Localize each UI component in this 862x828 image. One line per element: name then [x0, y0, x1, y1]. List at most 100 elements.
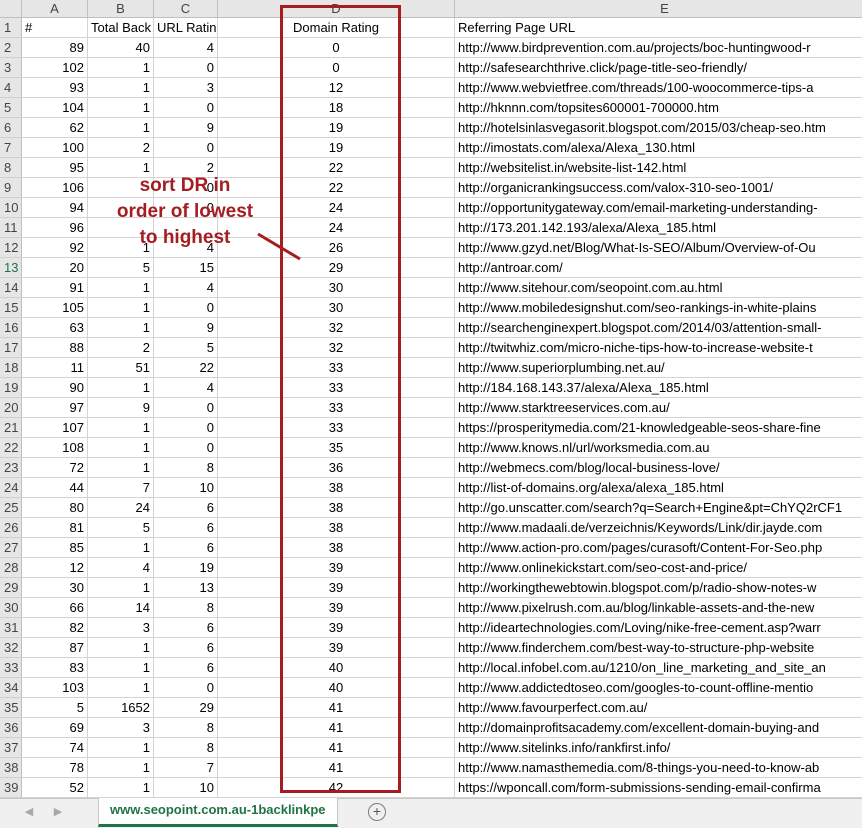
row-header[interactable]: 15 — [0, 298, 22, 318]
cell-b[interactable]: 3 — [88, 618, 154, 638]
row-header[interactable]: 29 — [0, 578, 22, 598]
cell-b[interactable]: 51 — [88, 358, 154, 378]
cell-b[interactable]: 24 — [88, 498, 154, 518]
cell-e[interactable]: http://www.birdprevention.com.au/project… — [455, 38, 862, 58]
select-all-corner[interactable] — [0, 0, 22, 18]
header-cell-c[interactable]: URL Rating — [154, 18, 218, 38]
cell-e[interactable]: http://184.168.143.37/alexa/Alexa_185.ht… — [455, 378, 862, 398]
cell-a[interactable]: 52 — [22, 778, 88, 798]
cell-a[interactable]: 11 — [22, 358, 88, 378]
header-cell-b[interactable]: Total Back — [88, 18, 154, 38]
cell-c[interactable]: 4 — [154, 378, 218, 398]
row-header[interactable]: 30 — [0, 598, 22, 618]
row-header[interactable]: 20 — [0, 398, 22, 418]
row-header[interactable]: 33 — [0, 658, 22, 678]
cell-b[interactable]: 1 — [88, 538, 154, 558]
cell-c[interactable]: 7 — [154, 758, 218, 778]
cell-d[interactable]: 42 — [218, 778, 455, 798]
row-header[interactable]: 19 — [0, 378, 22, 398]
cell-b[interactable]: 1 — [88, 678, 154, 698]
column-header-d[interactable]: D — [218, 0, 455, 18]
cell-b[interactable]: 3 — [88, 718, 154, 738]
row-header[interactable]: 11 — [0, 218, 22, 238]
cell-a[interactable]: 74 — [22, 738, 88, 758]
cell-e[interactable]: http://safesearchthrive.click/page-title… — [455, 58, 862, 78]
cell-c[interactable]: 6 — [154, 638, 218, 658]
cell-a[interactable]: 95 — [22, 158, 88, 178]
cell-b[interactable]: 5 — [88, 518, 154, 538]
cell-d[interactable]: 12 — [218, 78, 455, 98]
cell-c[interactable]: 0 — [154, 418, 218, 438]
cell-c[interactable]: 6 — [154, 538, 218, 558]
cell-e[interactable]: http://webmecs.com/blog/local-business-l… — [455, 458, 862, 478]
cell-a[interactable]: 107 — [22, 418, 88, 438]
row-header[interactable]: 3 — [0, 58, 22, 78]
cell-b[interactable]: 1 — [88, 278, 154, 298]
cell-b[interactable]: 1 — [88, 438, 154, 458]
cell-a[interactable]: 106 — [22, 178, 88, 198]
cell-e[interactable]: http://www.favourperfect.com.au/ — [455, 698, 862, 718]
column-header-a[interactable]: A — [22, 0, 88, 18]
cell-e[interactable]: http://imostats.com/alexa/Alexa_130.html — [455, 138, 862, 158]
header-cell-a[interactable]: # — [22, 18, 88, 38]
cell-c[interactable]: 0 — [154, 58, 218, 78]
cell-b[interactable]: 1 — [88, 418, 154, 438]
cell-a[interactable]: 83 — [22, 658, 88, 678]
cell-c[interactable]: 6 — [154, 498, 218, 518]
cell-a[interactable]: 66 — [22, 598, 88, 618]
cell-b[interactable]: 5 — [88, 258, 154, 278]
cell-e[interactable]: http://www.superiorplumbing.net.au/ — [455, 358, 862, 378]
cell-a[interactable]: 62 — [22, 118, 88, 138]
row-header[interactable]: 4 — [0, 78, 22, 98]
add-sheet-icon[interactable]: + — [368, 803, 386, 821]
cell-d[interactable]: 0 — [218, 38, 455, 58]
prev-sheet-icon[interactable]: ◀ — [21, 805, 37, 818]
cell-c[interactable]: 6 — [154, 618, 218, 638]
cell-c[interactable]: 0 — [154, 298, 218, 318]
cell-c[interactable]: 6 — [154, 518, 218, 538]
cell-c[interactable]: 29 — [154, 698, 218, 718]
cell-c[interactable]: 0 — [154, 98, 218, 118]
row-header[interactable]: 31 — [0, 618, 22, 638]
cell-b[interactable]: 1 — [88, 98, 154, 118]
cell-d[interactable]: 30 — [218, 298, 455, 318]
row-header[interactable]: 32 — [0, 638, 22, 658]
cell-b[interactable]: 1 — [88, 758, 154, 778]
cell-b[interactable]: 14 — [88, 598, 154, 618]
cell-e[interactable]: http://www.starktreeservices.com.au/ — [455, 398, 862, 418]
cell-a[interactable]: 30 — [22, 578, 88, 598]
cell-e[interactable]: http://list-of-domains.org/alexa/alexa_1… — [455, 478, 862, 498]
row-header[interactable]: 12 — [0, 238, 22, 258]
cell-a[interactable]: 44 — [22, 478, 88, 498]
cell-a[interactable]: 96 — [22, 218, 88, 238]
cell-e[interactable]: http://websitelist.in/website-list-142.h… — [455, 158, 862, 178]
cell-a[interactable]: 100 — [22, 138, 88, 158]
cell-d[interactable]: 39 — [218, 638, 455, 658]
row-header[interactable]: 10 — [0, 198, 22, 218]
cell-b[interactable]: 7 — [88, 478, 154, 498]
cell-e[interactable]: http://local.infobel.com.au/1210/on_line… — [455, 658, 862, 678]
cell-b[interactable]: 1 — [88, 78, 154, 98]
cell-b[interactable]: 2 — [88, 138, 154, 158]
cell-e[interactable]: http://antroar.com/ — [455, 258, 862, 278]
cell-e[interactable]: http://opportunitygateway.com/email-mark… — [455, 198, 862, 218]
cell-d[interactable]: 33 — [218, 418, 455, 438]
cell-c[interactable]: 10 — [154, 778, 218, 798]
cell-b[interactable]: 1 — [88, 738, 154, 758]
cell-c[interactable]: 0 — [154, 438, 218, 458]
row-header[interactable]: 24 — [0, 478, 22, 498]
cell-a[interactable]: 92 — [22, 238, 88, 258]
cell-d[interactable]: 41 — [218, 758, 455, 778]
cell-d[interactable]: 33 — [218, 398, 455, 418]
cell-e[interactable]: http://www.pixelrush.com.au/blog/linkabl… — [455, 598, 862, 618]
cell-b[interactable]: 1 — [88, 118, 154, 138]
column-header-e[interactable]: E — [455, 0, 862, 18]
cell-e[interactable]: http://www.action-pro.com/pages/curasoft… — [455, 538, 862, 558]
cell-d[interactable]: 39 — [218, 598, 455, 618]
cell-e[interactable]: http://go.unscatter.com/search?q=Search+… — [455, 498, 862, 518]
cell-c[interactable]: 0 — [154, 398, 218, 418]
cell-b[interactable]: 1 — [88, 658, 154, 678]
cell-a[interactable]: 87 — [22, 638, 88, 658]
cell-a[interactable]: 88 — [22, 338, 88, 358]
cell-a[interactable]: 102 — [22, 58, 88, 78]
